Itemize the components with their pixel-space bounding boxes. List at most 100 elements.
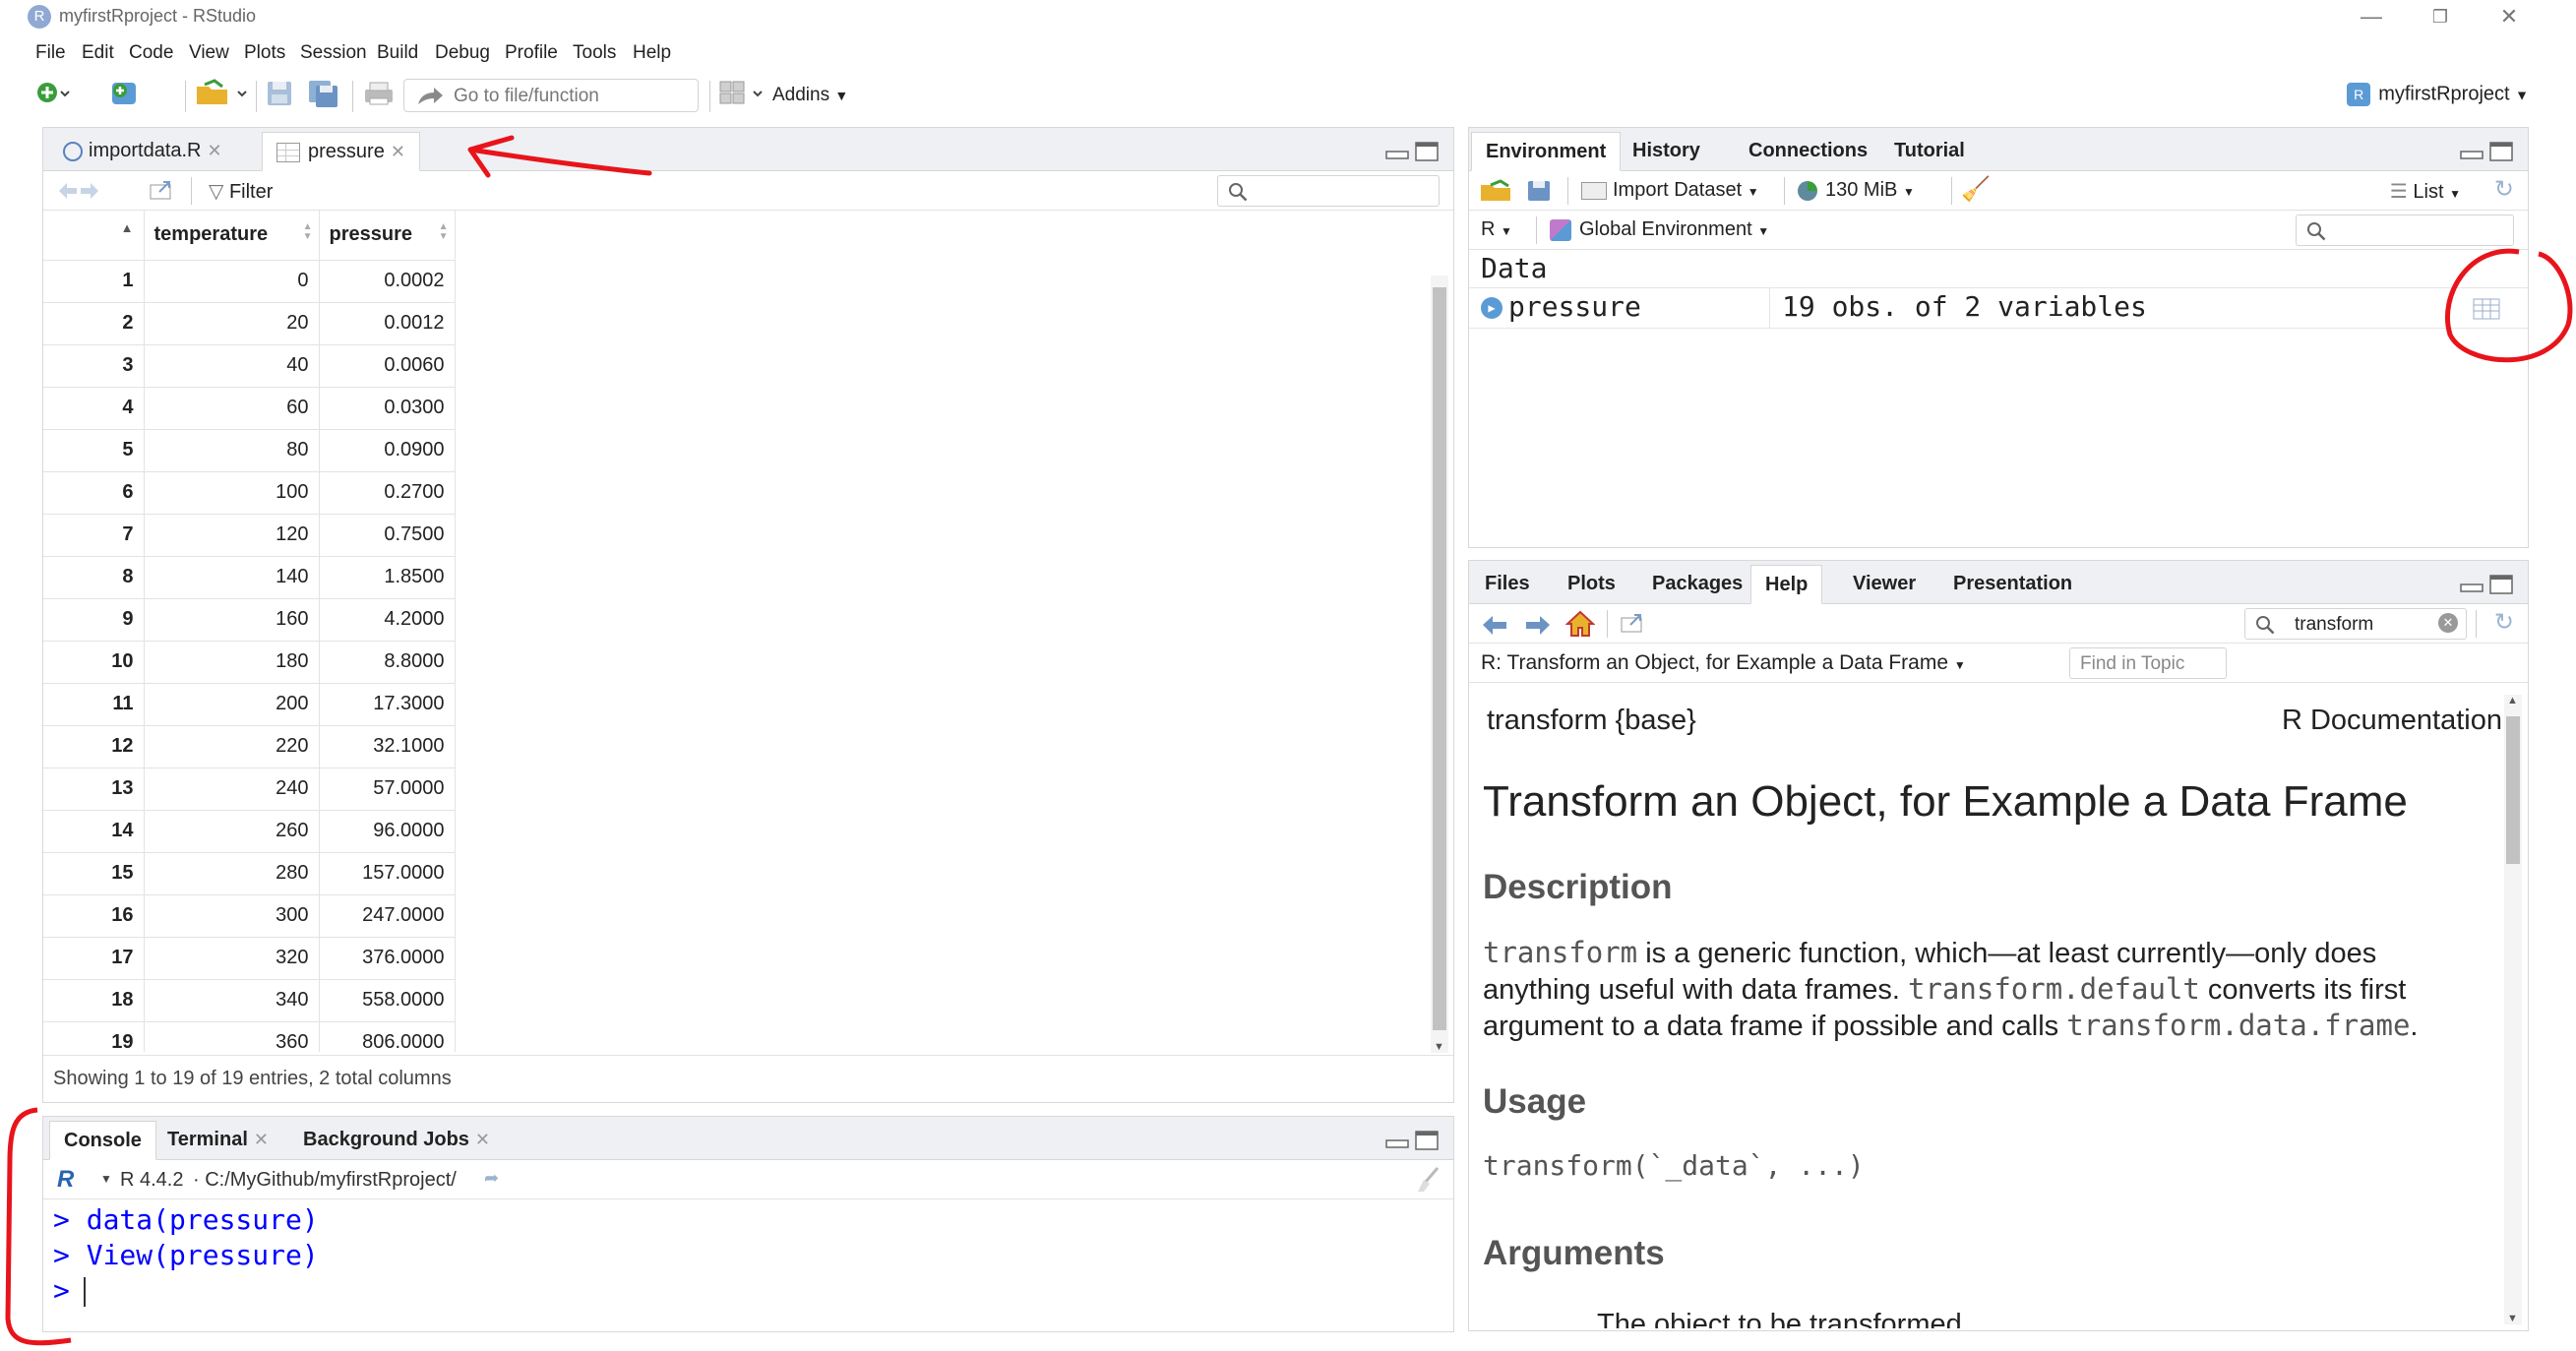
expand-object-icon[interactable]: ▶: [1481, 297, 1503, 319]
tab-importdata-r[interactable]: importdata.R ✕: [49, 132, 236, 171]
menu-profile[interactable]: Profile: [505, 42, 558, 64]
popout-icon[interactable]: [148, 180, 175, 202]
rownum-header[interactable]: ▲: [43, 211, 145, 261]
column-header-pressure[interactable]: pressure ▲ ▼: [319, 211, 456, 261]
memory-usage-button[interactable]: 130 MiB ▼: [1798, 179, 1915, 202]
pane-minmax-icon[interactable]: [2457, 573, 2516, 596]
filter-button[interactable]: ▽ Filter: [209, 179, 273, 204]
menu-build[interactable]: Build: [377, 42, 418, 64]
tab-packages[interactable]: Packages: [1638, 565, 1756, 604]
help-scrollbar[interactable]: ▲ ▼: [2504, 695, 2522, 1324]
home-icon[interactable]: [1565, 610, 1595, 638]
close-tab-icon[interactable]: ✕: [475, 1130, 490, 1149]
open-file-icon[interactable]: [195, 79, 254, 108]
tab-background-jobs[interactable]: Background Jobs ✕: [289, 1121, 504, 1160]
new-file-icon[interactable]: [35, 79, 71, 108]
menu-debug[interactable]: Debug: [435, 42, 490, 64]
tab-console[interactable]: Console: [49, 1121, 156, 1160]
table-row[interactable]: 18 340 558.0000: [43, 979, 456, 1022]
table-row[interactable]: 6 100 0.2700: [43, 471, 456, 515]
menu-help[interactable]: Help: [633, 42, 671, 64]
table-row[interactable]: 3 40 0.0060: [43, 344, 456, 388]
import-dataset-button[interactable]: Import Dataset ▼: [1581, 179, 1759, 202]
tab-pressure[interactable]: pressure ✕: [262, 132, 420, 171]
menu-tools[interactable]: Tools: [573, 42, 616, 64]
close-tab-icon[interactable]: ✕: [208, 141, 222, 160]
save-workspace-icon[interactable]: [1526, 179, 1554, 203]
scrollbar-thumb[interactable]: [1433, 287, 1446, 1030]
table-row[interactable]: 14 260 96.0000: [43, 810, 456, 853]
grid-scrollbar[interactable]: ▼: [1431, 276, 1448, 1053]
load-workspace-icon[interactable]: [1479, 179, 1516, 203]
tab-presentation[interactable]: Presentation: [1939, 565, 2086, 604]
close-window-button[interactable]: ✕: [2480, 0, 2539, 35]
view-data-table-icon[interactable]: [2473, 298, 2500, 320]
tab-plots[interactable]: Plots: [1554, 565, 1629, 604]
r-logo-icon[interactable]: R: [57, 1166, 74, 1194]
menu-session[interactable]: Session: [300, 42, 367, 64]
table-row[interactable]: 15 280 157.0000: [43, 852, 456, 895]
table-row[interactable]: 13 240 57.0000: [43, 768, 456, 811]
table-row[interactable]: 5 80 0.0900: [43, 429, 456, 472]
tab-environment[interactable]: Environment: [1471, 132, 1622, 171]
pane-minmax-icon[interactable]: [1382, 140, 1441, 163]
tab-viewer[interactable]: Viewer: [1839, 565, 1930, 604]
chevron-down-icon[interactable]: ▼: [100, 1172, 112, 1186]
close-tab-icon[interactable]: ✕: [391, 142, 405, 161]
refresh-icon[interactable]: ↻: [2494, 608, 2514, 637]
table-row[interactable]: 12 220 32.1000: [43, 725, 456, 768]
environment-scope-select[interactable]: Global Environment ▼: [1550, 218, 1769, 241]
close-tab-icon[interactable]: ✕: [254, 1130, 269, 1149]
project-menu[interactable]: RmyfirstRproject ▼: [2347, 83, 2529, 106]
language-select[interactable]: R ▼: [1481, 218, 1512, 241]
scroll-up-icon[interactable]: ▲: [2507, 695, 2518, 706]
refresh-icon[interactable]: ↻: [2494, 175, 2514, 204]
table-row[interactable]: 10 180 8.8000: [43, 641, 456, 684]
help-back-forward-icon[interactable]: [1481, 613, 1552, 637]
print-icon[interactable]: [362, 79, 396, 108]
tab-help[interactable]: Help: [1750, 565, 1823, 604]
view-mode-menu[interactable]: ☰ List ▼: [2390, 179, 2461, 204]
popout-icon[interactable]: [1619, 613, 1646, 635]
tab-files[interactable]: Files: [1471, 565, 1544, 604]
console-output[interactable]: > data(pressure) > View(pressure) >: [53, 1203, 319, 1310]
tab-terminal[interactable]: Terminal ✕: [153, 1121, 282, 1160]
clear-search-icon[interactable]: ✕: [2438, 613, 2458, 633]
help-topic-select[interactable]: R: Transform an Object, for Example a Da…: [1481, 651, 1966, 675]
scroll-down-icon[interactable]: ▼: [1434, 1041, 1444, 1053]
table-row[interactable]: 1 0 0.0002: [43, 260, 456, 303]
tab-history[interactable]: History: [1619, 132, 1714, 171]
save-all-icon[interactable]: [307, 79, 340, 108]
data-search-input[interactable]: [1217, 175, 1440, 207]
column-header-temperature[interactable]: temperature ▲ ▼: [144, 211, 320, 261]
table-row[interactable]: 4 60 0.0300: [43, 387, 456, 430]
save-icon[interactable]: [264, 79, 295, 108]
table-row[interactable]: 2 20 0.0012: [43, 302, 456, 345]
table-row[interactable]: 17 320 376.0000: [43, 937, 456, 980]
minimize-button[interactable]: —: [2342, 0, 2401, 35]
new-project-icon[interactable]: [108, 79, 148, 108]
menu-code[interactable]: Code: [129, 42, 173, 64]
scrollbar-thumb[interactable]: [2506, 716, 2520, 864]
table-row[interactable]: 16 300 247.0000: [43, 894, 456, 938]
menu-file[interactable]: File: [35, 42, 66, 64]
menu-edit[interactable]: Edit: [82, 42, 114, 64]
goto-directory-icon[interactable]: ➦: [484, 1168, 499, 1189]
tab-tutorial[interactable]: Tutorial: [1880, 132, 1979, 171]
workspace-panes-icon[interactable]: [718, 79, 767, 108]
tab-connections[interactable]: Connections: [1735, 132, 1881, 171]
env-search-input[interactable]: [2296, 215, 2514, 246]
find-in-topic-input[interactable]: Find in Topic: [2069, 647, 2227, 679]
table-row[interactable]: 7 120 0.7500: [43, 514, 456, 557]
table-row[interactable]: 9 160 4.2000: [43, 598, 456, 642]
table-row[interactable]: 11 200 17.3000: [43, 683, 456, 726]
maximize-button[interactable]: ❐: [2411, 0, 2470, 35]
clear-console-icon[interactable]: [1412, 1166, 1443, 1194]
pane-minmax-icon[interactable]: [2457, 140, 2516, 163]
clear-broom-icon[interactable]: 🧹: [1961, 175, 1991, 204]
help-search-input[interactable]: transform ✕: [2244, 608, 2467, 640]
env-object-row[interactable]: ▶ pressure 19 obs. of 2 variables: [1469, 287, 2528, 329]
back-forward-icon[interactable]: [57, 180, 100, 202]
menu-plots[interactable]: Plots: [244, 42, 285, 64]
menu-view[interactable]: View: [189, 42, 229, 64]
